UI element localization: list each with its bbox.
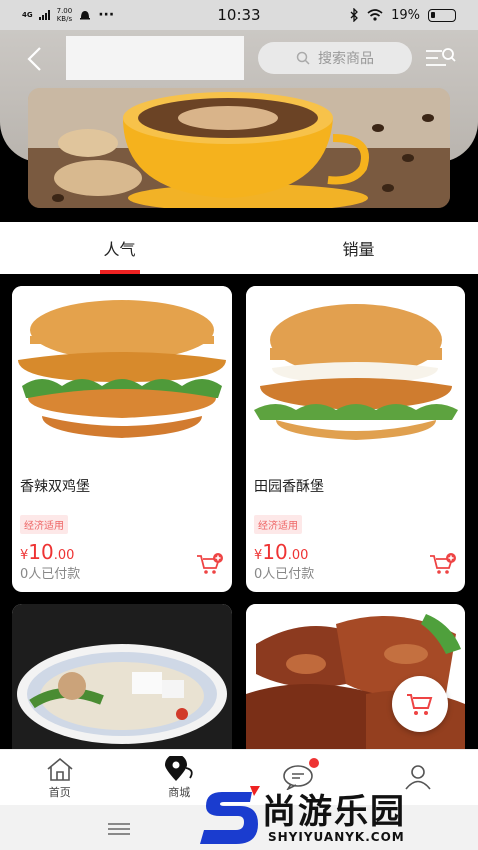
watermark-url: SHYIYUANYK.COM: [268, 830, 405, 844]
location-icon: [165, 755, 193, 781]
search-placeholder: 搜索商品: [318, 51, 374, 67]
menu-icon[interactable]: [108, 823, 130, 835]
tab-sales[interactable]: 销量: [239, 222, 478, 274]
network-indicator: 4G: [22, 11, 33, 19]
more-dots: ···: [98, 7, 115, 23]
product-card[interactable]: 田园香酥堡 经济适用 ¥10.00 0人已付款: [246, 286, 465, 592]
cart-plus-icon: [197, 553, 223, 574]
cart-plus-icon: [430, 553, 456, 574]
category-list-icon: [426, 48, 456, 66]
promo-banner[interactable]: [28, 88, 450, 208]
back-button[interactable]: [22, 45, 46, 73]
product-name: 田园香酥堡: [254, 479, 324, 495]
store-title-placeholder: [66, 36, 244, 80]
product-price: ¥10.00: [254, 540, 309, 564]
nav-mall-label: 商城: [168, 785, 191, 799]
nav-home[interactable]: 首页: [0, 750, 120, 805]
product-price: ¥10.00: [20, 540, 75, 564]
product-name: 香辣双鸡堡: [20, 479, 90, 495]
tab-popularity[interactable]: 人气: [0, 222, 239, 274]
bluetooth-icon: [350, 8, 359, 22]
product-sold-count: 0人已付款: [20, 567, 81, 582]
net-speed: 7.00 KB/s: [56, 7, 73, 23]
nav-home-label: 首页: [48, 785, 71, 799]
floating-cart-button[interactable]: [392, 676, 448, 732]
add-to-cart-button[interactable]: [196, 552, 224, 576]
product-tag: 经济适用: [254, 515, 302, 534]
watermark-text: 尚游乐园: [262, 792, 406, 832]
sort-tabs: 人气 销量: [0, 222, 478, 274]
status-bar: 4G 7.00 KB/s ··· 10:33 19%: [0, 0, 478, 30]
search-icon: [296, 51, 310, 65]
chevron-left-icon: [27, 47, 41, 71]
home-icon: [47, 757, 73, 781]
search-input[interactable]: 搜索商品: [258, 42, 412, 74]
product-image: [12, 604, 232, 749]
product-card[interactable]: 香辣双鸡堡 经济适用 ¥10.00 0人已付款: [12, 286, 232, 592]
battery-percent: 19%: [391, 7, 420, 23]
product-image: [246, 286, 465, 454]
coffee-banner-image: [28, 88, 450, 208]
notification-icon: [80, 11, 91, 20]
cart-icon: [407, 694, 433, 715]
product-sold-count: 0人已付款: [254, 567, 315, 582]
watermark-logo: [200, 786, 260, 844]
product-tag: 经济适用: [20, 515, 68, 534]
product-image: [12, 286, 232, 454]
clock: 10:33: [217, 6, 261, 24]
add-to-cart-button[interactable]: [429, 552, 457, 576]
watermark: 尚游乐园 SHYIYUANYK.COM: [200, 782, 478, 850]
battery-icon: [428, 8, 456, 22]
category-search-button[interactable]: [424, 46, 456, 70]
product-card[interactable]: [12, 604, 232, 749]
signal-icon: [38, 10, 50, 20]
unread-dot: [309, 758, 319, 768]
wifi-icon: [367, 9, 383, 21]
